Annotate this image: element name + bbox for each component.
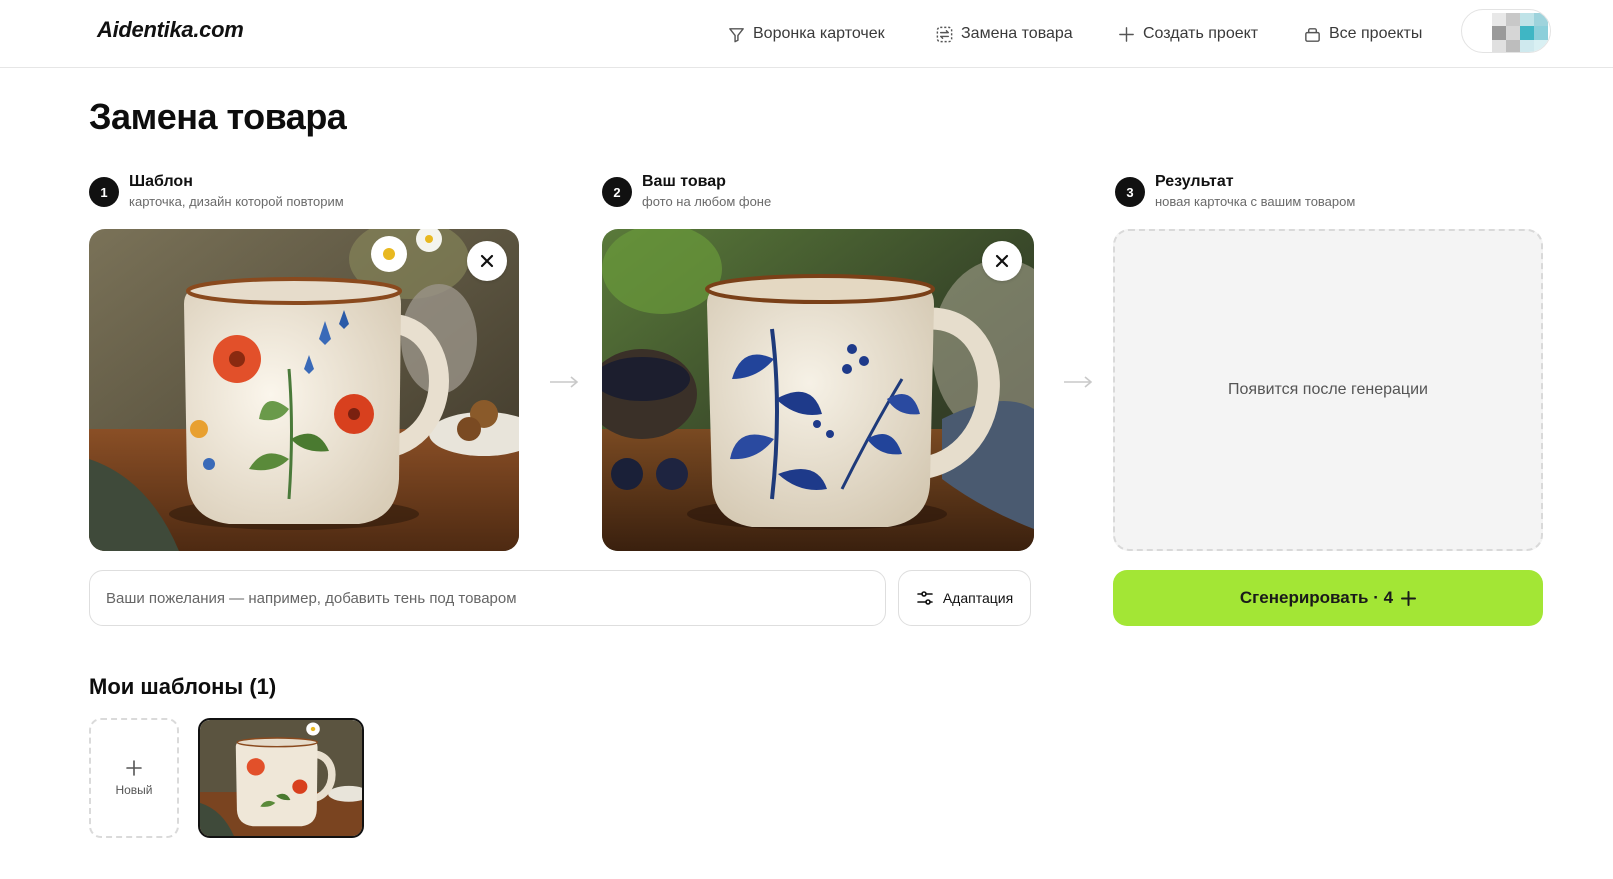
funnel-icon	[729, 27, 744, 42]
nav-funnel-label: Воронка карточек	[753, 25, 885, 42]
product-image-card[interactable]	[602, 229, 1034, 551]
result-placeholder: Появится после генерации	[1113, 229, 1543, 551]
step-template: 1 Шаблон карточка, дизайн которой повтор…	[89, 172, 344, 212]
step-subtitle: карточка, дизайн которой повторим	[129, 194, 344, 209]
step-product: 2 Ваш товар фото на любом фоне	[602, 172, 771, 212]
nav-swap-label: Замена товара	[961, 25, 1073, 42]
templates-title: Мои шаблоны (1)	[89, 674, 277, 699]
step-title: Шаблон	[129, 173, 193, 190]
top-header: Aidentika.com Воронка карточек Замена то…	[0, 0, 1613, 68]
step-result: 3 Результат новая карточка с вашим товар…	[1115, 172, 1355, 212]
template-mug-image	[89, 229, 519, 551]
template-thumbnail[interactable]	[198, 718, 364, 838]
step-subtitle: фото на любом фоне	[642, 194, 772, 209]
arrow-right-icon	[549, 375, 579, 389]
sliders-icon	[917, 591, 933, 605]
template-image-card[interactable]	[89, 229, 519, 551]
step-number: 1	[89, 177, 119, 207]
nav-create-project[interactable]: Создать проект	[1117, 0, 1258, 68]
swap-icon	[936, 26, 953, 42]
folder-icon	[1305, 27, 1320, 42]
adaptation-label: Адаптация	[942, 590, 1014, 606]
generate-label: Сгенерировать · 4	[1239, 588, 1394, 607]
nav-funnel[interactable]: Воронка карточек	[727, 0, 885, 68]
product-mug-image	[602, 229, 1034, 551]
result-placeholder-text: Появится после генерации	[1228, 381, 1428, 398]
remove-template-button[interactable]	[467, 241, 507, 281]
template-thumbnail-image	[200, 720, 362, 836]
adaptation-button[interactable]: Адаптация	[898, 570, 1031, 626]
page-title: Замена товара	[89, 96, 347, 137]
sparkle-plus-icon	[1401, 590, 1417, 606]
wishes-input[interactable]	[89, 570, 886, 626]
new-template-label: Новый	[115, 783, 153, 797]
plus-icon	[126, 760, 142, 776]
pixel-avatar-icon	[1492, 13, 1548, 52]
user-avatar[interactable]	[1461, 9, 1551, 53]
step-subtitle: новая карточка с вашим товаром	[1155, 194, 1356, 209]
arrow-right-icon	[1063, 375, 1093, 389]
nav-swap-product[interactable]: Замена товара	[935, 0, 1073, 68]
new-template-button[interactable]: Новый	[89, 718, 179, 838]
step-title: Результат	[1155, 173, 1234, 190]
nav-all-label: Все проекты	[1329, 25, 1423, 42]
step-number: 2	[602, 177, 632, 207]
step-number: 3	[1115, 177, 1145, 207]
close-icon	[480, 254, 494, 268]
generate-button[interactable]: Сгенерировать · 4	[1113, 570, 1543, 626]
close-icon	[995, 254, 1009, 268]
plus-icon	[1119, 26, 1134, 42]
nav-create-label: Создать проект	[1143, 25, 1259, 42]
remove-product-button[interactable]	[982, 241, 1022, 281]
step-title: Ваш товар	[642, 173, 726, 190]
nav-all-projects[interactable]: Все проекты	[1303, 0, 1422, 68]
logo[interactable]: Aidentika.com	[97, 17, 244, 43]
